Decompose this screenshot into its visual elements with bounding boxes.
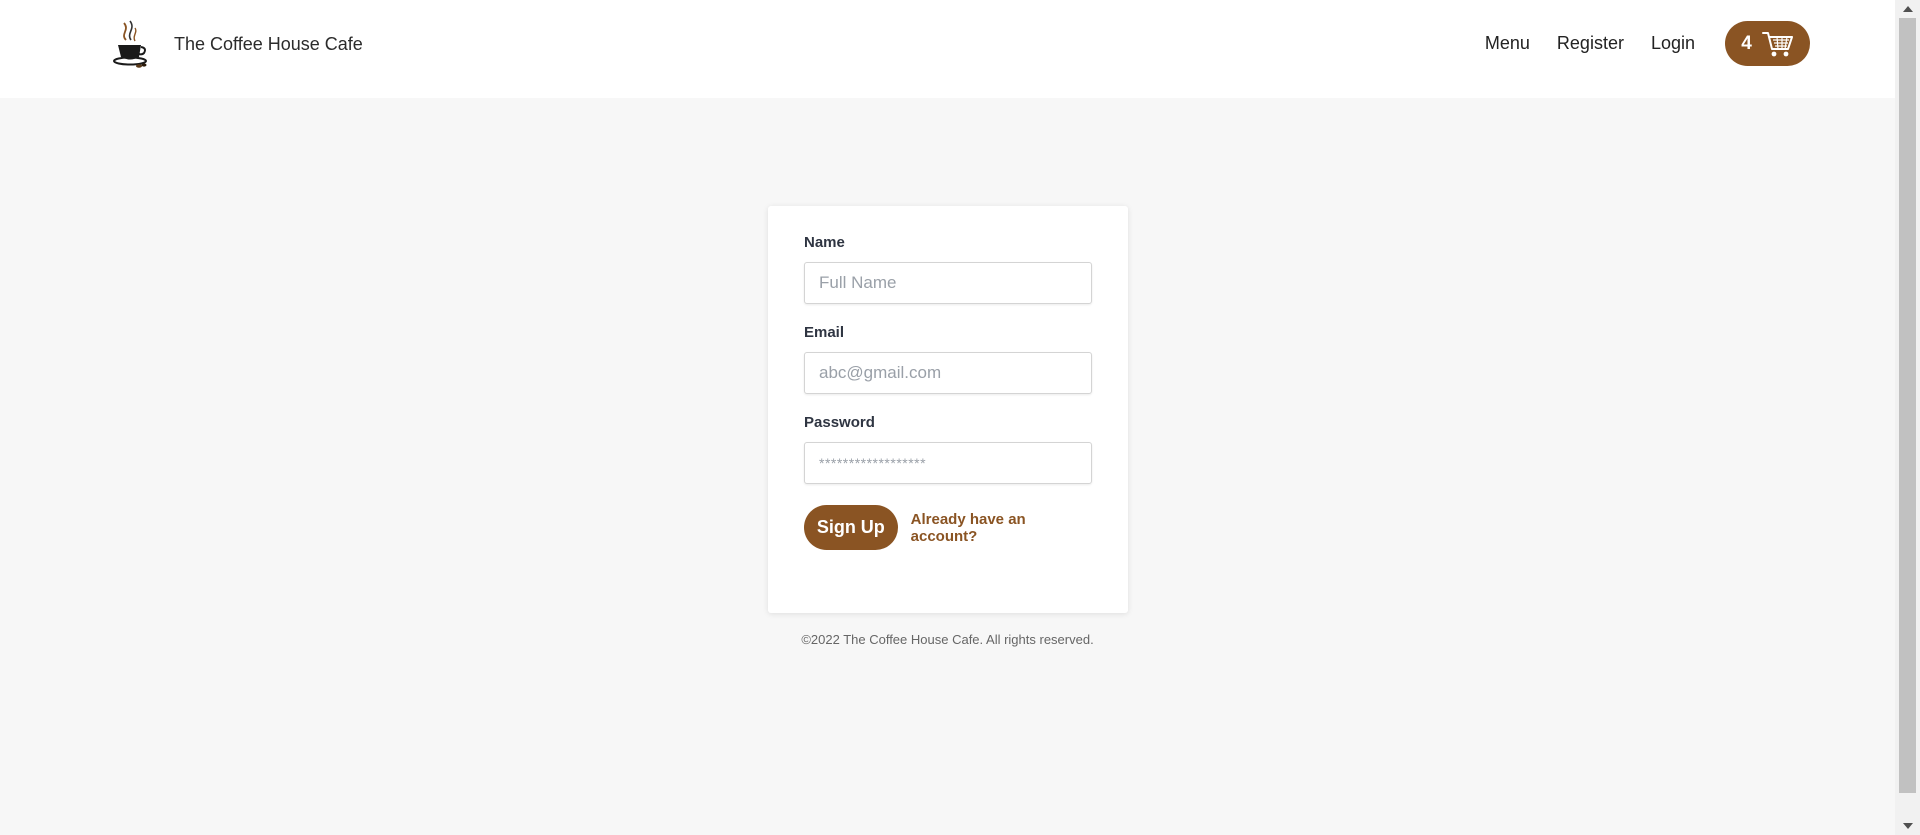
copyright-text: ©2022 The Coffee House Cafe. All rights … (801, 632, 1094, 647)
scroll-up-arrow[interactable] (1895, 0, 1920, 18)
signup-form-card: Name Email Password Sign Up Already have… (768, 206, 1128, 613)
cart-button[interactable]: 4 (1725, 21, 1810, 66)
shopping-cart-icon (1761, 31, 1793, 56)
nav-register-link[interactable]: Register (1557, 33, 1624, 54)
password-input[interactable] (804, 442, 1092, 484)
browser-viewport: The Coffee House Cafe Menu Register Logi… (0, 0, 1920, 835)
name-input[interactable] (804, 262, 1092, 304)
scroll-down-arrow[interactable] (1895, 817, 1920, 835)
password-label: Password (804, 414, 875, 431)
already-have-account-link[interactable]: Already have an account? (911, 511, 1092, 545)
nav-menu-link[interactable]: Menu (1485, 33, 1530, 54)
name-label: Name (804, 234, 845, 251)
cart-count-badge: 4 (1741, 32, 1752, 54)
brand[interactable]: The Coffee House Cafe (108, 20, 363, 68)
page: The Coffee House Cafe Menu Register Logi… (0, 0, 1895, 835)
form-actions: Sign Up Already have an account? (804, 505, 1092, 550)
vertical-scrollbar[interactable] (1895, 0, 1920, 835)
scroll-thumb[interactable] (1899, 18, 1916, 793)
email-input[interactable] (804, 352, 1092, 394)
email-label: Email (804, 324, 845, 341)
nav-login-link[interactable]: Login (1651, 33, 1695, 54)
site-header: The Coffee House Cafe Menu Register Logi… (0, 0, 1895, 98)
brand-name: The Coffee House Cafe (174, 33, 363, 54)
sign-up-button[interactable]: Sign Up (804, 505, 898, 550)
coffee-cup-icon (113, 20, 147, 68)
main-nav: Menu Register Login 4 (1485, 21, 1810, 66)
